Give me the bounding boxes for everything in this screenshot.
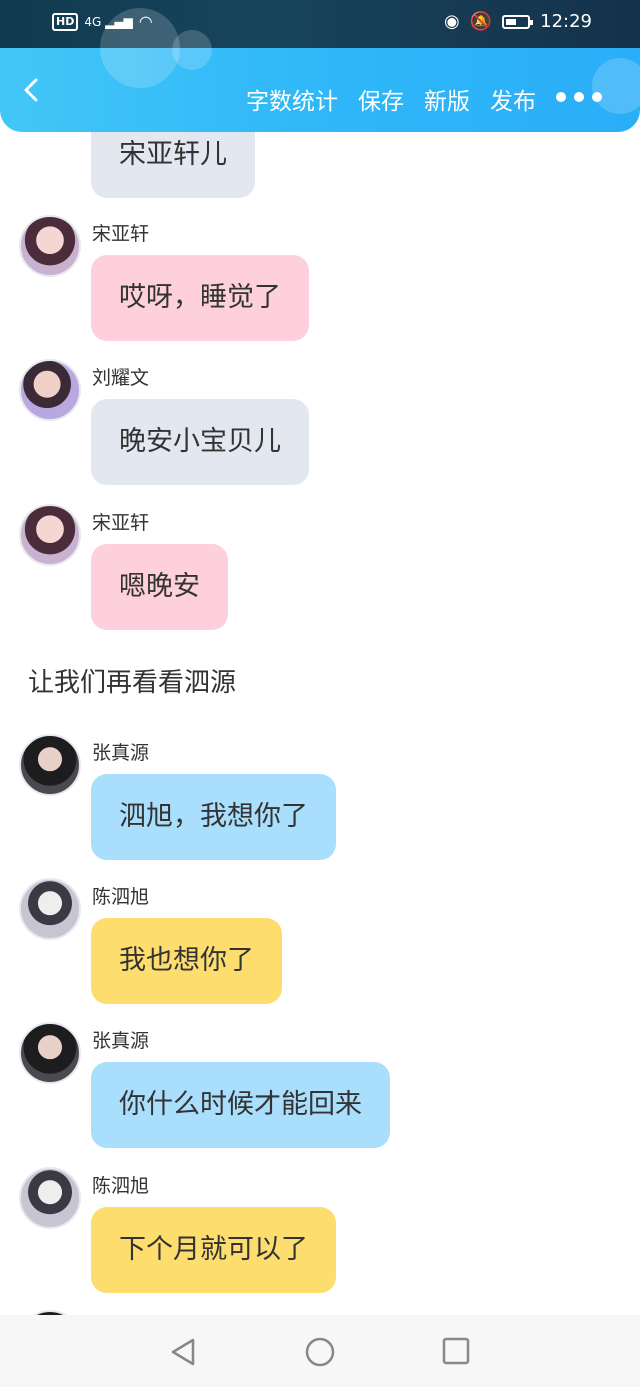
sender-name: 刘耀文	[92, 367, 150, 389]
message-bubble[interactable]: 你什么时候才能回来	[91, 1062, 390, 1148]
message-bubble[interactable]: 晚安小宝贝儿	[91, 399, 309, 485]
avatar[interactable]	[19, 215, 81, 277]
avatar[interactable]	[19, 1167, 81, 1229]
message-bubble[interactable]: 我也想你了	[91, 918, 282, 1004]
word-count-button[interactable]: 字数统计	[246, 82, 338, 116]
save-button[interactable]: 保存	[358, 82, 404, 116]
nav-recents-icon[interactable]	[442, 1337, 470, 1365]
more-icon[interactable]	[556, 92, 602, 102]
decor-bubble	[592, 58, 640, 114]
top-bar: 字数统计 保存 新版 发布	[0, 8, 640, 132]
bell-off-icon: 🔕	[469, 11, 493, 32]
chat-content[interactable]: 宋亚轩儿 宋亚轩 哎呀，睡觉了 刘耀文 晚安小宝贝儿 宋亚轩 嗯晚安 让我们再看…	[0, 100, 640, 1315]
sender-name: 宋亚轩	[92, 512, 150, 534]
sender-name: 宋亚轩	[92, 223, 150, 245]
decor-bubble	[100, 8, 180, 88]
network-type: 4G	[84, 14, 102, 29]
status-right: ◉ 🔕 12:29	[444, 11, 592, 32]
avatar[interactable]	[19, 504, 81, 566]
publish-button[interactable]: 发布	[490, 82, 536, 116]
message-bubble[interactable]: 哎呀，睡觉了	[91, 255, 309, 341]
top-actions: 字数统计 保存 新版 发布	[246, 82, 536, 116]
avatar[interactable]	[19, 734, 81, 796]
battery-icon	[502, 14, 534, 29]
new-version-button[interactable]: 新版	[424, 82, 470, 116]
hd-icon: HD	[52, 12, 79, 31]
avatar[interactable]	[19, 359, 81, 421]
narration-text: 让我们再看看泗源	[28, 668, 237, 698]
sender-name: 陈泗旭	[92, 886, 150, 908]
avatar[interactable]	[19, 878, 81, 940]
sender-name: 张真源	[92, 742, 150, 764]
eye-icon: ◉	[443, 11, 460, 32]
avatar[interactable]	[19, 1022, 81, 1084]
message-bubble[interactable]: 嗯晚安	[91, 544, 228, 630]
sender-name: 张真源	[92, 1030, 150, 1052]
message-bubble[interactable]: 泗旭，我想你了	[91, 774, 336, 860]
status-bar: HD 4G ▂▄▆ ◠ ◉ 🔕 12:29	[0, 0, 640, 48]
back-arrow-icon[interactable]	[20, 78, 44, 102]
nav-back-icon[interactable]	[170, 1337, 196, 1367]
system-nav-bar	[0, 1315, 640, 1387]
message-bubble[interactable]: 下个月就可以了	[91, 1207, 336, 1293]
decor-bubble	[172, 30, 212, 70]
nav-home-icon[interactable]	[305, 1337, 335, 1367]
sender-name: 陈泗旭	[92, 1175, 150, 1197]
clock: 12:29	[540, 11, 592, 32]
